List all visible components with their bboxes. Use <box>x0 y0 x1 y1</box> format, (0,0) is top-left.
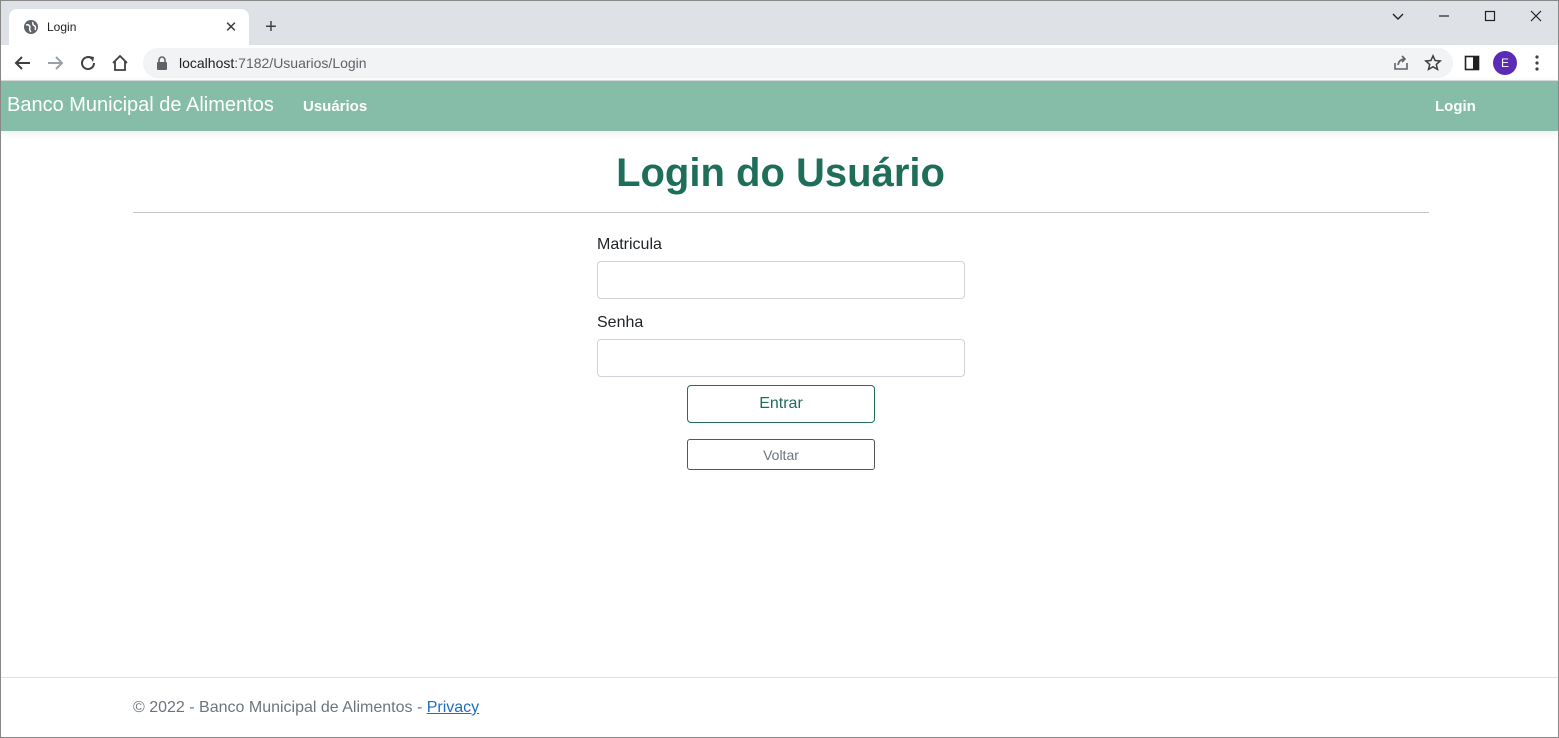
menu-dots-icon[interactable] <box>1524 50 1550 76</box>
tab-search-icon[interactable] <box>1387 5 1409 27</box>
tab-login[interactable]: Login ✕ <box>9 9 249 45</box>
browser-window: Login ✕ + localhost:7182/Usuarios/Login … <box>0 0 1559 738</box>
maximize-icon[interactable] <box>1479 5 1501 27</box>
enter-button[interactable]: Entrar <box>687 385 875 423</box>
footer-divider <box>1 677 1558 678</box>
home-icon[interactable] <box>107 50 133 76</box>
site-brand[interactable]: Banco Municipal de Alimentos <box>7 94 274 117</box>
nav-link-login[interactable]: Login <box>1435 98 1476 115</box>
address-bar[interactable]: localhost:7182/Usuarios/Login <box>143 48 1453 78</box>
privacy-link[interactable]: Privacy <box>427 699 479 716</box>
url-host: localhost <box>179 55 235 71</box>
tab-title: Login <box>47 20 77 34</box>
url-path: :7182/Usuarios/Login <box>234 55 367 71</box>
share-icon[interactable] <box>1388 50 1414 76</box>
page-title: Login do Usuário <box>616 151 945 195</box>
senha-label: Senha <box>597 314 644 331</box>
new-tab-icon[interactable]: + <box>259 15 283 39</box>
side-panel-icon[interactable] <box>1459 50 1485 76</box>
back-arrow-icon[interactable] <box>10 50 36 76</box>
footer-text: © 2022 - Banco Municipal de Alimentos - <box>133 699 427 716</box>
globe-icon <box>23 19 39 35</box>
forward-arrow-icon[interactable] <box>42 50 68 76</box>
bookmark-star-icon[interactable] <box>1420 50 1446 76</box>
divider <box>133 212 1429 213</box>
url-text: localhost:7182/Usuarios/Login <box>179 55 367 71</box>
browser-toolbar: localhost:7182/Usuarios/Login E <box>1 45 1558 81</box>
site-navbar: Banco Municipal de Alimentos Usuários Lo… <box>1 81 1558 131</box>
matricula-input[interactable] <box>597 261 965 299</box>
close-tab-icon[interactable]: ✕ <box>223 19 239 36</box>
profile-avatar[interactable]: E <box>1493 51 1517 75</box>
nav-link-usuarios[interactable]: Usuários <box>303 98 367 115</box>
footer: © 2022 - Banco Municipal de Alimentos - … <box>133 699 479 717</box>
reload-icon[interactable] <box>75 50 101 76</box>
tab-strip: Login ✕ + <box>1 1 1558 45</box>
minimize-icon[interactable] <box>1433 5 1455 27</box>
matricula-label: Matricula <box>597 236 662 253</box>
lock-icon[interactable] <box>155 56 169 70</box>
close-window-icon[interactable] <box>1525 5 1547 27</box>
back-button[interactable]: Voltar <box>687 439 875 470</box>
senha-input[interactable] <box>597 339 965 377</box>
